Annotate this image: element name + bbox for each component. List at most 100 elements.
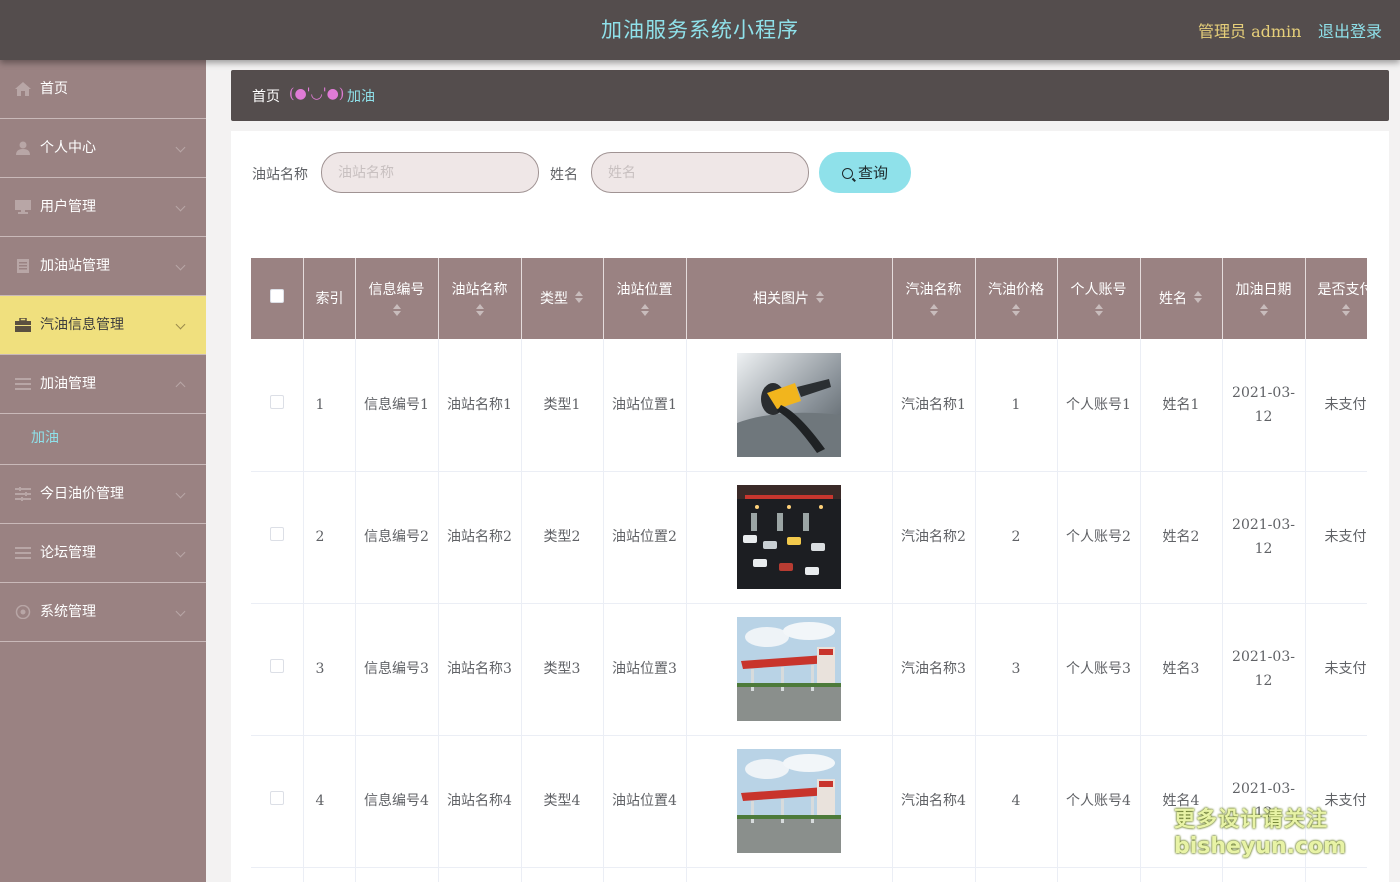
- breadcrumb-home[interactable]: 首页: [252, 86, 280, 106]
- sidebar-subitem-refuel[interactable]: 加油: [0, 414, 206, 465]
- cell-date: 2021-03-12: [1222, 603, 1306, 736]
- sidebar-item-stations[interactable]: 加油站管理: [0, 237, 206, 296]
- sidebar-item-system[interactable]: 系统管理: [0, 583, 206, 642]
- partial-cell: [1057, 867, 1141, 882]
- cell-gas-name: 汽油名称4: [892, 735, 976, 868]
- station-name-input[interactable]: [321, 152, 539, 193]
- select-all-cell: [251, 258, 304, 339]
- cell-gas-price: 4: [975, 735, 1058, 868]
- cell-name: 姓名1: [1140, 339, 1223, 472]
- cell-date: 2021-03-12: [1222, 471, 1306, 604]
- sidebar-item-label: 今日油价管理: [40, 486, 124, 502]
- sort-icon[interactable]: [640, 303, 650, 318]
- col-label: 类型: [540, 290, 568, 307]
- partial-cell: [438, 867, 522, 882]
- sort-icon[interactable]: [475, 303, 485, 318]
- cell-paid: 未支付: [1305, 339, 1367, 472]
- chevron-down-icon: [175, 319, 186, 330]
- cell-paid: 未支付: [1305, 471, 1367, 604]
- partial-cell: [355, 867, 439, 882]
- col-label: 姓名: [1159, 290, 1187, 307]
- sort-icon[interactable]: [1011, 303, 1021, 318]
- sidebar-item-users[interactable]: 用户管理: [0, 178, 206, 237]
- sidebar-item-home[interactable]: 首页: [0, 60, 206, 119]
- sidebar-item-label: 系统管理: [40, 604, 96, 620]
- sort-icon[interactable]: [929, 303, 939, 318]
- sort-icon[interactable]: [392, 303, 402, 318]
- top-header: 加油服务系统小程序 管理员 admin 退出登录: [0, 0, 1400, 60]
- sidebar-item-oil-price[interactable]: 今日油价管理: [0, 465, 206, 524]
- sort-icon[interactable]: [574, 290, 584, 305]
- cell-info-no: 信息编号4: [355, 735, 439, 868]
- cell-index: 2: [303, 471, 356, 604]
- watermark-line2: bisheyun.com: [1174, 834, 1347, 859]
- cell-location: 油站位置2: [603, 471, 687, 604]
- sort-icon[interactable]: [1259, 303, 1269, 318]
- row-select-cell: [251, 471, 304, 604]
- fuel-nozzle-photo[interactable]: [737, 352, 841, 457]
- partial-cell: [251, 867, 304, 882]
- station-exterior-photo[interactable]: [737, 749, 841, 853]
- table-row: 3 信息编号3 油站名称3 类型3 油站位置3 汽油名称3 3 个人账号3 姓名…: [251, 603, 1367, 736]
- logout-button[interactable]: 退出登录: [1318, 18, 1382, 42]
- station-exterior-photo[interactable]: [737, 617, 841, 721]
- document-icon: [17, 259, 29, 273]
- cell-info-no: 信息编号2: [355, 471, 439, 604]
- cell-account: 个人账号4: [1057, 735, 1141, 868]
- sidebar-item-label: 用户管理: [40, 199, 96, 215]
- row-checkbox[interactable]: [269, 527, 284, 541]
- cell-index: 1: [303, 339, 356, 472]
- partial-cell: [1305, 867, 1367, 882]
- cell-location: 油站位置1: [603, 339, 687, 472]
- partial-cell: [975, 867, 1058, 882]
- sort-icon[interactable]: [815, 290, 825, 305]
- col-type[interactable]: 类型: [521, 258, 604, 339]
- col-image[interactable]: 相关图片: [686, 258, 893, 339]
- row-select-cell: [251, 339, 304, 472]
- row-checkbox[interactable]: [269, 659, 284, 673]
- col-name[interactable]: 姓名: [1140, 258, 1223, 339]
- user-icon: [16, 141, 30, 155]
- row-checkbox[interactable]: [269, 394, 284, 409]
- cell-location: 油站位置4: [603, 735, 687, 868]
- table-row: 2 信息编号2 油站名称2 类型2 油站位置2 汽油名称2 2 个人账号2 姓名…: [251, 471, 1367, 604]
- col-label: 汽油价格: [988, 281, 1044, 298]
- col-station[interactable]: 油站名称: [438, 258, 522, 339]
- cell-index: 4: [303, 735, 356, 868]
- night-station-photo[interactable]: [737, 485, 841, 589]
- select-all-checkbox[interactable]: [269, 288, 284, 303]
- cell-account: 个人账号1: [1057, 339, 1141, 472]
- sort-icon[interactable]: [1193, 290, 1203, 305]
- col-paid[interactable]: 是否支付: [1305, 258, 1367, 339]
- list-icon: [15, 378, 31, 390]
- sort-icon[interactable]: [1341, 303, 1351, 318]
- chevron-down-icon: [175, 488, 186, 499]
- home-icon: [15, 82, 31, 96]
- col-location[interactable]: 油站位置: [603, 258, 687, 339]
- col-gas-price[interactable]: 汽油价格: [975, 258, 1058, 339]
- cell-image: [686, 339, 893, 472]
- sliders-icon: [15, 487, 31, 501]
- search-icon: [841, 168, 853, 179]
- col-label: 汽油名称: [905, 281, 962, 298]
- sidebar-item-profile[interactable]: 个人中心: [0, 119, 206, 178]
- watermark-line1: 更多设计请关注: [1174, 807, 1328, 831]
- col-account[interactable]: 个人账号: [1057, 258, 1141, 339]
- row-checkbox[interactable]: [269, 791, 284, 805]
- query-button-label: 查询: [857, 164, 888, 182]
- sidebar-item-forum[interactable]: 论坛管理: [0, 524, 206, 583]
- col-gas-name[interactable]: 汽油名称: [892, 258, 976, 339]
- row-select-cell: [251, 735, 304, 868]
- cell-gas-name: 汽油名称3: [892, 603, 976, 736]
- name-input[interactable]: [591, 152, 809, 193]
- sort-icon[interactable]: [1094, 303, 1104, 318]
- cell-index: 3: [303, 603, 356, 736]
- col-date[interactable]: 加油日期: [1222, 258, 1306, 339]
- cell-type: 类型1: [521, 339, 604, 472]
- table-row-partial: [251, 867, 1367, 882]
- query-button[interactable]: 查询: [819, 152, 911, 193]
- sidebar-item-refuel[interactable]: 加油管理: [0, 355, 206, 414]
- table-row: 1 信息编号1 油站名称1 类型1 油站位置1 汽油名称1 1 个人账号1 姓名…: [251, 339, 1367, 472]
- col-info-no[interactable]: 信息编号: [355, 258, 439, 339]
- sidebar-item-gas-info[interactable]: 汽油信息管理: [0, 296, 206, 355]
